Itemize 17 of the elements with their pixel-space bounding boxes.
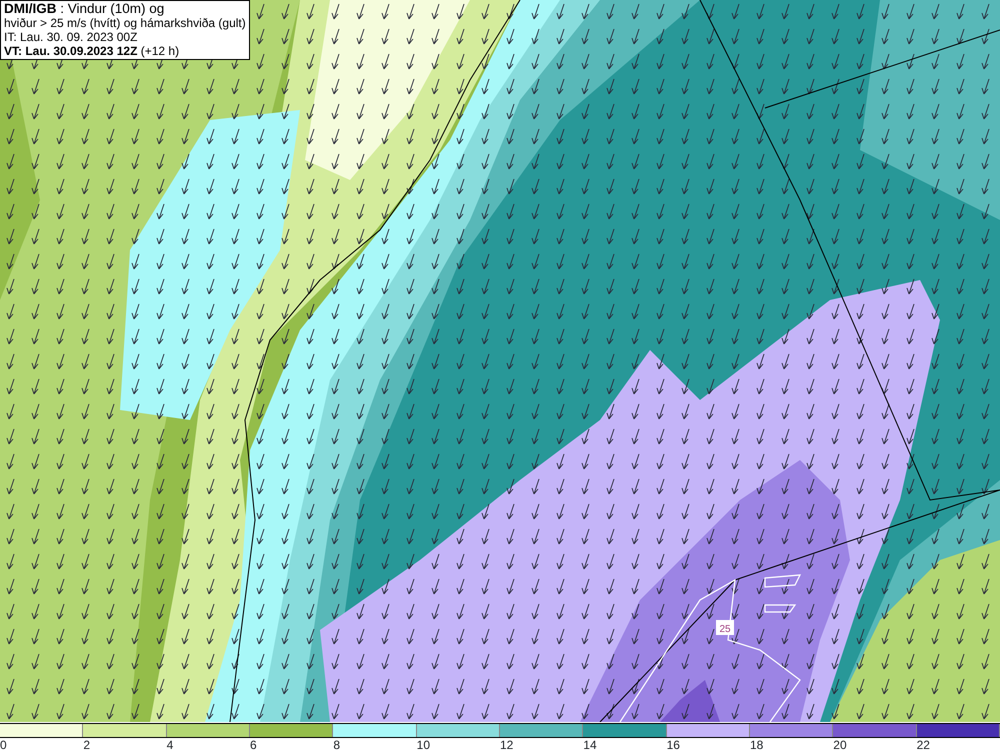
legend-tick-label: 20 bbox=[833, 738, 847, 753]
title-line: DMI/IGB : Vindur (10m) og bbox=[4, 2, 166, 16]
legend-tick-label: 12 bbox=[500, 738, 514, 753]
legend-tick-label: 4 bbox=[166, 738, 174, 753]
title-line: IT: Lau. 30. 09. 2023 00Z bbox=[4, 30, 138, 44]
legend-tick-label: 2 bbox=[83, 738, 90, 753]
title-line: VT: Lau. 30.09.2023 12Z (+12 h) bbox=[4, 44, 180, 58]
legend-tick-label: 0 bbox=[0, 738, 7, 753]
legend-tick-label: 18 bbox=[750, 738, 764, 753]
contour-label: 25 bbox=[716, 620, 734, 635]
legend-tick-label: 16 bbox=[666, 738, 680, 753]
legend-tick-label: 22 bbox=[916, 738, 930, 753]
legend-tick-label: 14 bbox=[583, 738, 597, 753]
legend-tick-label: 8 bbox=[333, 738, 340, 753]
legend-tick-label: 6 bbox=[250, 738, 257, 753]
title-line: hviður > 25 m/s (hvítt) og hámarkshviða (gult) bbox=[4, 16, 246, 30]
legend-tick-label: 10 bbox=[416, 738, 430, 753]
